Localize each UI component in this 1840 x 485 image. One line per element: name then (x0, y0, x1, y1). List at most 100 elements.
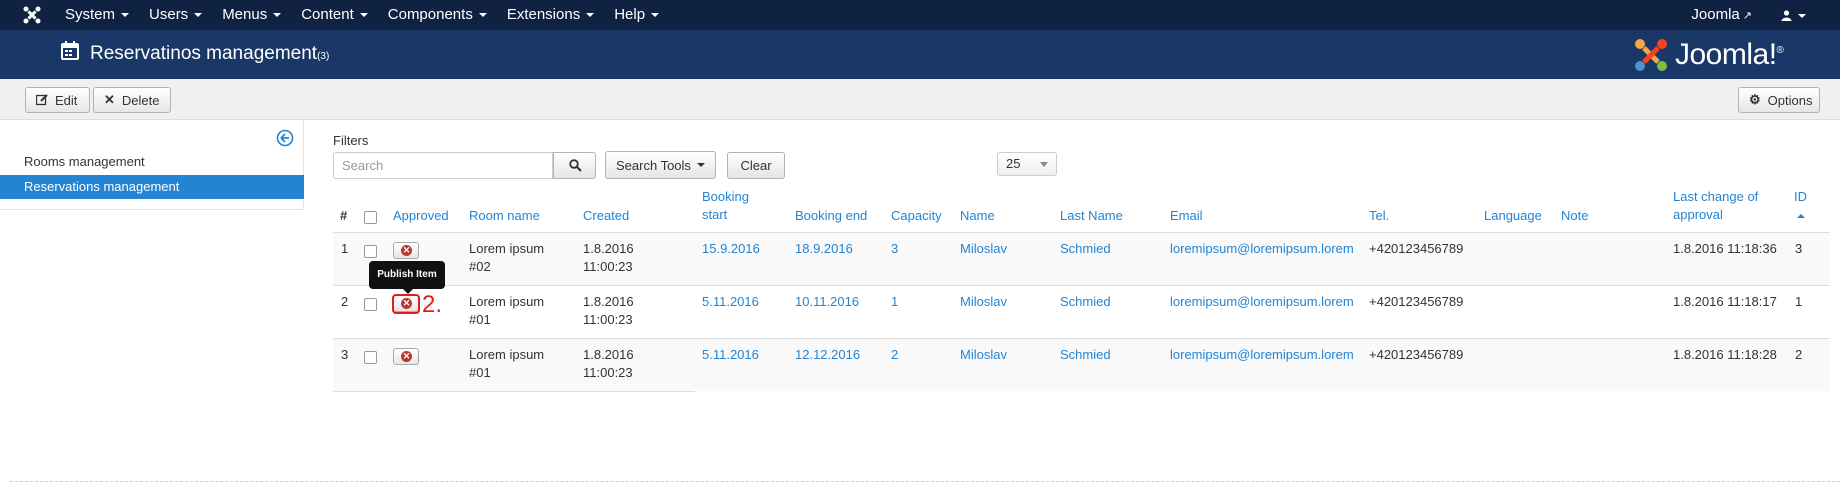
room-name-line2: #01 (469, 365, 491, 380)
page-header: Reservatinos management(3) Joomla!® (0, 30, 1840, 79)
col-header-note[interactable]: Note (1561, 207, 1588, 225)
name-link[interactable]: Miloslav (960, 346, 1007, 364)
search-tools-button[interactable]: Search Tools (605, 151, 716, 179)
email-link[interactable]: loremipsum@loremipsum.lorem (1170, 240, 1354, 258)
col-header-room-name[interactable]: Room name (469, 207, 540, 225)
table-row: 3 ✕ Lorem ipsum #01 1.8.2016 11:00:23 5.11… (333, 338, 1830, 391)
col-header-tel[interactable]: Tel. (1369, 207, 1389, 225)
toolbar: Edit ✕ Delete ⚙ Options (0, 79, 1840, 120)
col-header-created[interactable]: Created (583, 207, 629, 225)
select-all-checkbox[interactable] (364, 211, 377, 224)
id-value: 3 (1795, 241, 1803, 256)
site-link[interactable]: Joomla ↗ (1691, 0, 1752, 31)
booking-end-link[interactable]: 12.12.2016 (795, 346, 860, 364)
col-header-last-name[interactable]: Last Name (1060, 207, 1123, 225)
col-header-last-change-line1: Last change of (1673, 189, 1759, 204)
search-tools-label: Search Tools (616, 157, 691, 173)
id-value: 2 (1795, 347, 1803, 362)
chevron-down-icon (651, 13, 660, 18)
col-header-name[interactable]: Name (960, 207, 995, 225)
menu-users[interactable]: Users (149, 0, 203, 30)
last-name-link[interactable]: Schmied (1060, 293, 1111, 311)
last-name-link[interactable]: Schmied (1060, 346, 1111, 364)
room-name-line1: Lorem ipsum (469, 241, 545, 256)
last-name-link[interactable]: Schmied (1060, 240, 1111, 258)
created-date: 1.8.2016 11:00:23 (583, 346, 634, 382)
search-input[interactable] (333, 152, 553, 179)
col-header-booking-start-line2: start (702, 207, 728, 222)
chevron-down-icon (121, 13, 130, 18)
name-link[interactable]: Miloslav (960, 240, 1007, 258)
page-title-text: Reservatinos management (90, 43, 318, 64)
email-link[interactable]: loremipsum@loremipsum.lorem (1170, 346, 1354, 364)
tooltip-text: Publish Item (377, 269, 437, 280)
options-button[interactable]: ⚙ Options (1738, 87, 1820, 113)
col-header-capacity[interactable]: Capacity (891, 207, 942, 225)
menu-content[interactable]: Content (301, 0, 368, 30)
chevron-down-icon (273, 13, 282, 18)
sort-ascending-icon (1797, 213, 1805, 218)
last-change-value: 1.8.2016 11:18:36 (1673, 241, 1777, 256)
menu-components-label: Components (387, 6, 473, 23)
row-checkbox[interactable] (364, 351, 377, 364)
sidebar-collapse-icon[interactable] (276, 129, 294, 147)
id-value: 1 (1795, 294, 1803, 309)
calendar-icon (61, 41, 79, 60)
col-header-email[interactable]: Email (1170, 207, 1203, 225)
search-icon (569, 159, 582, 172)
user-menu[interactable] (1781, 0, 1806, 30)
joomla-logo-icon[interactable] (22, 5, 42, 25)
menu-extensions[interactable]: Extensions (507, 0, 595, 30)
list-limit-select[interactable]: 25 (997, 152, 1057, 176)
row-checkbox[interactable] (364, 245, 377, 258)
col-header-last-change[interactable]: Last change of approval (1673, 188, 1758, 224)
sidebar-item-reservations[interactable]: Reservations management (0, 175, 304, 199)
menu-menus[interactable]: Menus (222, 0, 282, 30)
row-checkbox[interactable] (364, 298, 377, 311)
options-button-label: Options (1767, 92, 1813, 108)
menu-components[interactable]: Components (388, 0, 487, 30)
capacity-link[interactable]: 3 (891, 240, 898, 258)
row-number: 1 (341, 241, 349, 256)
annotation-step-number: 2. (422, 291, 443, 318)
created-time: 11:00:23 (583, 259, 633, 274)
booking-end-link[interactable]: 18.9.2016 (795, 240, 853, 258)
booking-start-link[interactable]: 5.11.2016 (702, 346, 759, 364)
list-limit-value: 25 (1006, 156, 1021, 171)
col-header-booking-end[interactable]: Booking end (795, 207, 867, 225)
edit-button[interactable]: Edit (25, 87, 90, 113)
table-bottom-divider (333, 391, 695, 392)
menu-help-label: Help (614, 6, 646, 23)
row-number: 2 (341, 294, 349, 309)
close-icon: ✕ (104, 92, 115, 107)
col-header-language[interactable]: Language (1484, 207, 1542, 225)
unpublish-toggle-button[interactable]: ✕ (393, 348, 419, 365)
clear-button[interactable]: Clear (727, 152, 785, 179)
capacity-link[interactable]: 2 (891, 346, 898, 364)
room-name: Lorem ipsum #01 (469, 346, 544, 382)
email-link[interactable]: loremipsum@loremipsum.lorem (1170, 293, 1354, 311)
search-button[interactable] (553, 152, 596, 179)
booking-start-link[interactable]: 15.9.2016 (702, 240, 760, 258)
unpublished-icon: ✕ (401, 245, 412, 256)
col-header-id-label: ID (1794, 189, 1807, 204)
col-header-approved[interactable]: Approved (393, 207, 449, 225)
booking-end-link[interactable]: 10.11.2016 (795, 293, 859, 311)
menu-system[interactable]: System (65, 0, 130, 30)
delete-button[interactable]: ✕ Delete (93, 87, 171, 113)
tel-value: +420123456789 (1369, 294, 1464, 309)
menu-help[interactable]: Help (614, 0, 660, 30)
capacity-link[interactable]: 1 (891, 293, 898, 311)
col-header-booking-start[interactable]: Booking start (702, 188, 749, 224)
sidebar: Rooms management Reservations management (0, 121, 304, 210)
sidebar-item-rooms[interactable]: Rooms management (0, 150, 304, 174)
name-link[interactable]: Miloslav (960, 293, 1007, 311)
col-header-id[interactable]: ID (1794, 188, 1807, 224)
chevron-down-icon (696, 163, 705, 167)
booking-start-link[interactable]: 5.11.2016 (702, 293, 759, 311)
last-change-value: 1.8.2016 11:18:28 (1673, 347, 1777, 362)
room-name-line2: #01 (469, 312, 491, 327)
clear-button-label: Clear (740, 158, 772, 173)
unpublish-toggle-button[interactable]: ✕ (393, 242, 419, 259)
created-date-line1: 1.8.2016 (583, 241, 634, 256)
